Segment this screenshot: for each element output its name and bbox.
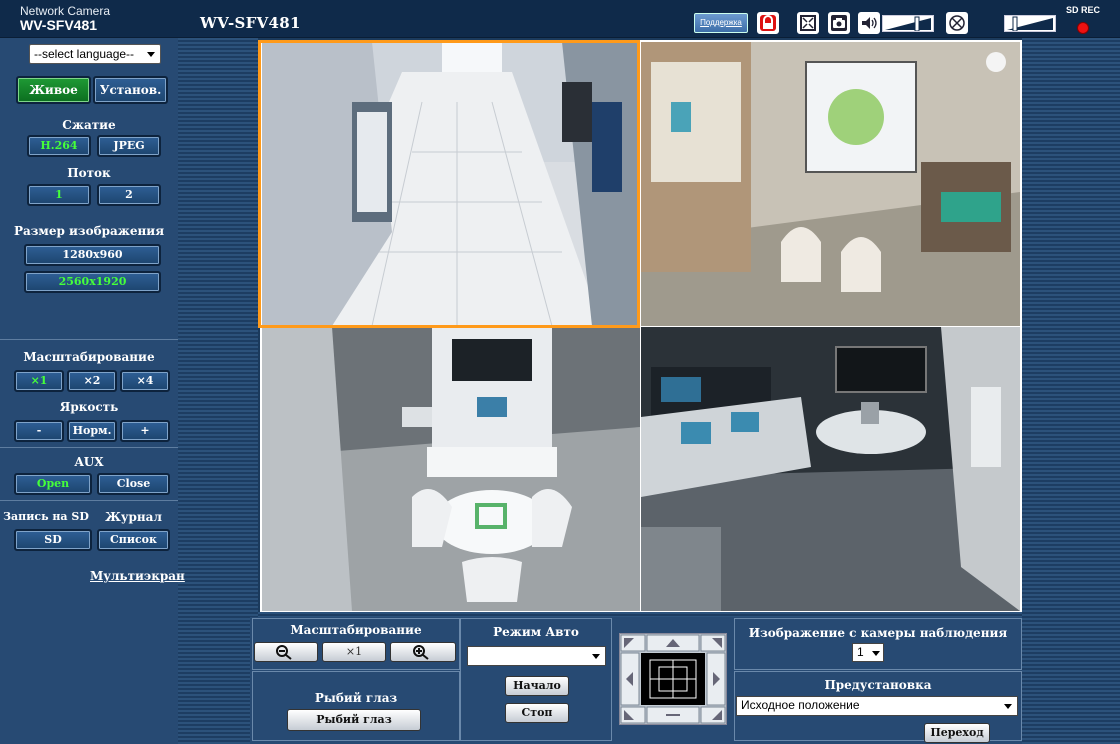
live-button[interactable]: Живое [16, 76, 91, 104]
image-size-1280-button[interactable]: 1280x960 [24, 244, 161, 266]
fisheye-button[interactable]: Рыбий глаз [287, 709, 421, 731]
chevron-down-icon [1004, 704, 1012, 709]
start-button[interactable]: Начало [505, 676, 569, 696]
lock-icon[interactable] [757, 12, 779, 34]
sd-button[interactable]: SD [14, 529, 92, 551]
background-stripes-right [1022, 38, 1120, 744]
aux-close-button[interactable]: Close [97, 473, 170, 495]
auto-mode-select[interactable] [467, 646, 606, 666]
zoom-label: Масштабирование [23, 350, 155, 364]
background-stripes-left [178, 38, 258, 744]
camera-image-value: 1 [857, 645, 864, 659]
image-size-label: Размер изображения [13, 224, 165, 238]
zoom-x2-button[interactable]: ×2 [67, 370, 117, 392]
sd-rec-label: SD REC [1066, 5, 1101, 15]
chevron-down-icon [872, 651, 880, 656]
preset-value: Исходное положение [741, 698, 860, 712]
sd-rec-indicator [1077, 22, 1089, 34]
fullscreen-icon[interactable] [797, 12, 819, 34]
sidebar-divider [0, 500, 178, 501]
auto-mode-label: Режим Авто [493, 625, 579, 639]
brightness-plus-button[interactable]: + [120, 420, 170, 442]
sidebar: --select language-- Живое Установ. Сжати… [0, 38, 185, 744]
zoom-in-button[interactable] [390, 642, 456, 662]
zoom-panel-label: Масштабирование [290, 623, 422, 637]
sidebar-divider [0, 447, 178, 448]
header-bar: Network Camera WV-SFV481 WV-SFV481 Подде… [0, 0, 1120, 38]
language-select[interactable]: --select language-- [29, 44, 161, 64]
fisheye-label: Рыбий глаз [314, 691, 398, 705]
volume-bar-icon[interactable] [882, 15, 934, 32]
go-button[interactable]: Переход [924, 723, 990, 743]
log-list-button[interactable]: Список [97, 529, 170, 551]
camera-view-4[interactable] [641, 327, 1020, 611]
speaker-icon[interactable] [858, 12, 880, 34]
brightness-label: Яркость [59, 400, 119, 414]
preset-label: Предустановка [824, 678, 932, 692]
camera-view-1[interactable] [262, 42, 640, 326]
zoom-x4-button[interactable]: ×4 [120, 370, 170, 392]
brand-model: WV-SFV481 [20, 17, 98, 33]
camera-view-3[interactable] [262, 327, 640, 611]
stream-label: Поток [67, 166, 111, 180]
sd-record-label: Запись на SD [3, 510, 89, 523]
zoom-out-button[interactable] [254, 642, 318, 662]
compression-label: Сжатие [62, 118, 116, 132]
compression-h264-button[interactable]: H.264 [27, 135, 91, 157]
stream-2-button[interactable]: 2 [97, 184, 161, 206]
language-select-value: --select language-- [34, 47, 135, 61]
aux-open-button[interactable]: Open [14, 473, 92, 495]
chevron-down-icon [147, 52, 155, 57]
log-label: Журнал [105, 510, 162, 524]
preset-select[interactable]: Исходное положение [736, 696, 1018, 716]
zoom-reset-button[interactable]: ×1 [322, 642, 386, 662]
zoom-x1-button[interactable]: ×1 [14, 370, 64, 392]
snapshot-icon[interactable] [828, 12, 850, 34]
stop-button[interactable]: Стоп [505, 703, 569, 723]
aux-label: AUX [74, 455, 104, 469]
brightness-minus-button[interactable]: - [14, 420, 64, 442]
stream-1-button[interactable]: 1 [27, 184, 91, 206]
chevron-down-icon [592, 654, 600, 659]
zoom-out-icon [276, 645, 292, 660]
camera-view-2[interactable] [641, 42, 1020, 326]
image-size-2560-button[interactable]: 2560x1920 [24, 271, 161, 293]
zoom-in-icon [413, 645, 429, 660]
multiscreen-link[interactable]: Мультиэкран [90, 569, 185, 583]
model-title: WV-SFV481 [200, 14, 301, 32]
compression-jpeg-button[interactable]: JPEG [97, 135, 161, 157]
mic-volume-bar-icon[interactable] [1004, 15, 1056, 32]
camera-image-select[interactable]: 1 [852, 643, 884, 662]
support-link[interactable]: Поддержка [694, 13, 748, 33]
ptz-joypad[interactable] [619, 633, 727, 725]
setup-button[interactable]: Установ. [93, 76, 168, 104]
sidebar-divider [0, 339, 178, 340]
brightness-normal-button[interactable]: Норм. [67, 420, 117, 442]
camera-image-label: Изображение с камеры наблюдения [748, 626, 1008, 640]
brand-top: Network Camera [20, 4, 111, 18]
mute-icon[interactable] [946, 12, 968, 34]
